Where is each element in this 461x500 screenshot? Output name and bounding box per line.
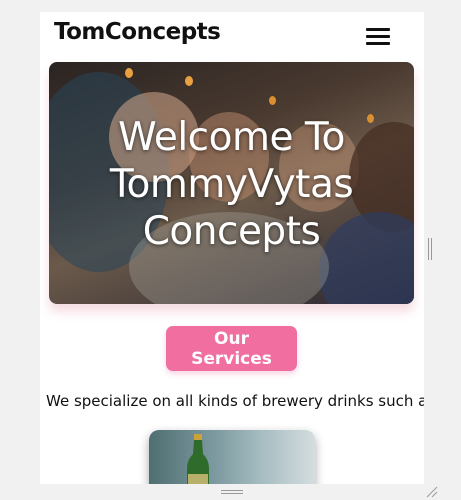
top-navbar: TomConcepts [40,12,424,58]
horizontal-resize-handle[interactable] [221,490,243,495]
hero-banner: Welcome To TommyVytas Concepts [49,62,414,304]
grip-line [428,238,429,260]
hero-heading-line: Concepts [142,209,321,254]
light-bulb [125,68,133,78]
hero-heading-line: Welcome To [118,115,345,160]
hero-heading: Welcome To TommyVytas Concepts [49,114,414,255]
beer-bottle-icon [187,434,209,484]
grip-line [431,238,432,260]
light-bulb [269,96,276,105]
our-services-button[interactable]: Our Services [166,326,297,371]
grip-line [221,493,243,494]
grip-line [221,490,243,491]
hamburger-line [366,28,390,31]
hamburger-line [366,35,390,38]
page-container: TomConcepts Welcome To TommyVytas Concep… [40,12,424,484]
vertical-resize-handle[interactable] [428,238,434,260]
hero-heading-line: TommyVytas [109,162,354,207]
corner-resize-icon[interactable] [424,484,438,498]
hamburger-menu-icon[interactable] [366,26,390,46]
light-bulb [185,76,193,86]
product-image-card[interactable] [149,430,315,484]
hamburger-line [366,42,390,45]
services-description: We specialize on all kinds of brewery dr… [46,392,424,410]
site-logo[interactable]: TomConcepts [54,19,221,45]
